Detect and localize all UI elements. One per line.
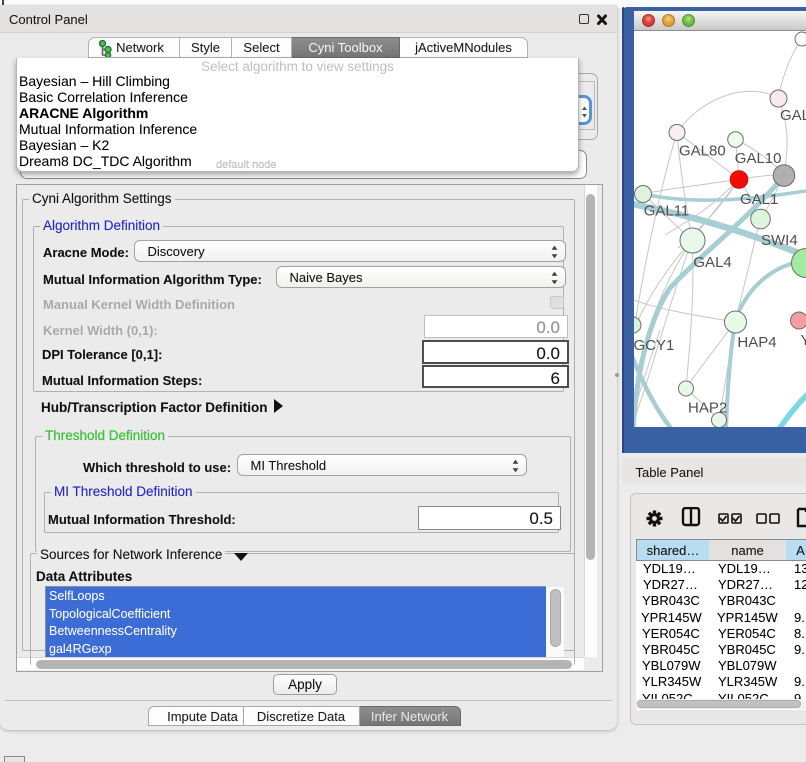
svg-text:HAP2: HAP2: [688, 399, 727, 416]
svg-text:GAL10: GAL10: [735, 150, 782, 167]
svg-text:GAL80: GAL80: [679, 143, 726, 160]
svg-text:GAL4: GAL4: [693, 254, 731, 271]
svg-text:GAL11: GAL11: [644, 203, 690, 220]
svg-text:GAL1: GAL1: [740, 191, 778, 208]
svg-text:GCY1: GCY1: [634, 337, 674, 354]
svg-text:Y: Y: [801, 332, 806, 349]
svg-text:GAL: GAL: [780, 107, 806, 124]
svg-text:HAP4: HAP4: [737, 334, 776, 351]
svg-text:SWI4: SWI4: [761, 232, 798, 249]
